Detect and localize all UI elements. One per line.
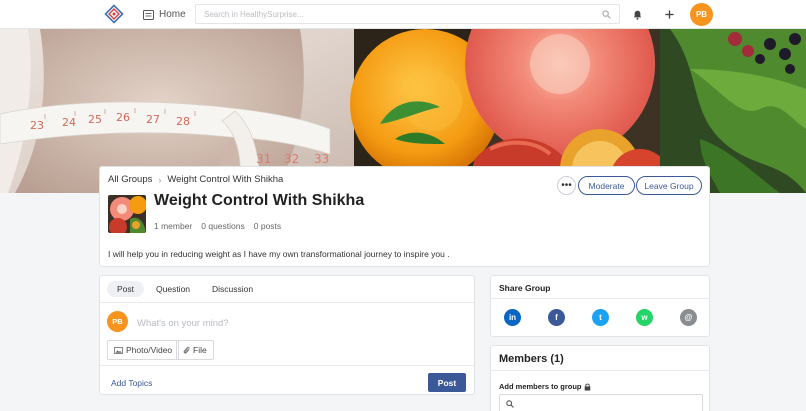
svg-text:23: 23 xyxy=(30,119,44,132)
tab-question[interactable]: Question xyxy=(146,281,200,297)
search-placeholder: Search in HealthySurprise... xyxy=(204,9,304,19)
notifications-bell-icon[interactable] xyxy=(624,0,650,29)
chevron-right-icon: › xyxy=(158,174,162,185)
share-buttons: in f t w @ xyxy=(491,298,709,338)
email-icon[interactable]: @ xyxy=(680,309,697,326)
share-group-card: Share Group in f t w @ xyxy=(490,275,710,337)
post-button[interactable]: Post xyxy=(428,373,466,392)
svg-text:32: 32 xyxy=(284,152,299,166)
twitter-icon[interactable]: t xyxy=(592,309,609,326)
svg-text:26: 26 xyxy=(116,111,130,124)
svg-text:33: 33 xyxy=(314,152,329,166)
search-input[interactable]: Search in HealthySurprise... xyxy=(195,4,620,24)
add-members-label: Add members to group xyxy=(499,382,591,391)
breadcrumb-current: Weight Control With Shikha xyxy=(167,174,284,185)
home-label: Home xyxy=(159,9,186,20)
members-card: Members (1) Add members to group xyxy=(490,345,710,411)
svg-text:28: 28 xyxy=(176,115,190,128)
composer-tabs: Post Question Discussion xyxy=(100,276,474,303)
svg-text:25: 25 xyxy=(88,113,102,126)
image-icon xyxy=(114,346,123,354)
file-button[interactable]: File xyxy=(176,340,214,360)
member-count[interactable]: 1 member xyxy=(154,221,192,231)
group-thumbnail xyxy=(108,195,146,233)
photo-video-label: Photo/Video xyxy=(126,345,173,355)
post-text-input[interactable]: What's on your mind? xyxy=(137,318,229,329)
home-icon xyxy=(143,9,154,20)
file-label: File xyxy=(193,345,207,355)
site-logo-icon[interactable] xyxy=(104,4,124,24)
add-topics-link[interactable]: Add Topics xyxy=(111,378,152,388)
composer-footer: Add Topics Post xyxy=(100,365,474,395)
add-members-text: Add members to group xyxy=(499,382,582,391)
paperclip-icon xyxy=(183,346,190,353)
question-count[interactable]: 0 questions xyxy=(201,221,244,231)
tab-discussion[interactable]: Discussion xyxy=(202,281,263,297)
add-plus-icon[interactable] xyxy=(656,0,682,29)
group-header-card: All Groups › Weight Control With Shikha … xyxy=(99,166,710,267)
linkedin-icon[interactable]: in xyxy=(504,309,521,326)
more-options-button[interactable]: ••• xyxy=(557,176,576,195)
group-description: I will help you in reducing weight as I … xyxy=(108,249,450,259)
user-avatar[interactable]: PB xyxy=(690,3,713,26)
lock-icon xyxy=(584,383,590,390)
post-count[interactable]: 0 posts xyxy=(254,221,281,231)
tab-post[interactable]: Post xyxy=(107,281,145,297)
breadcrumb: All Groups › Weight Control With Shikha xyxy=(108,174,283,185)
svg-text:31: 31 xyxy=(256,152,271,166)
photo-video-button[interactable]: Photo/Video xyxy=(107,340,180,360)
moderate-button[interactable]: Moderate xyxy=(578,176,635,195)
member-search-input[interactable] xyxy=(499,394,703,411)
leave-group-button[interactable]: Leave Group xyxy=(636,176,702,195)
group-title: Weight Control With Shikha xyxy=(154,192,365,209)
svg-text:27: 27 xyxy=(146,113,160,126)
search-icon[interactable] xyxy=(602,9,611,19)
composer-avatar: PB xyxy=(107,311,128,332)
home-link[interactable]: Home xyxy=(143,0,186,29)
breadcrumb-all-groups[interactable]: All Groups xyxy=(108,174,152,185)
search-icon xyxy=(506,400,514,408)
top-navbar: Home Search in HealthySurprise... PB xyxy=(0,0,806,29)
post-composer-card: Post Question Discussion PB What's on yo… xyxy=(99,275,475,395)
group-stats: 1 member 0 questions 0 posts xyxy=(154,221,281,231)
facebook-icon[interactable]: f xyxy=(548,309,565,326)
share-group-title: Share Group xyxy=(499,283,551,293)
divider xyxy=(491,370,709,371)
svg-text:24: 24 xyxy=(62,116,76,129)
members-title: Members (1) xyxy=(499,353,564,365)
whatsapp-icon[interactable]: w xyxy=(636,309,653,326)
